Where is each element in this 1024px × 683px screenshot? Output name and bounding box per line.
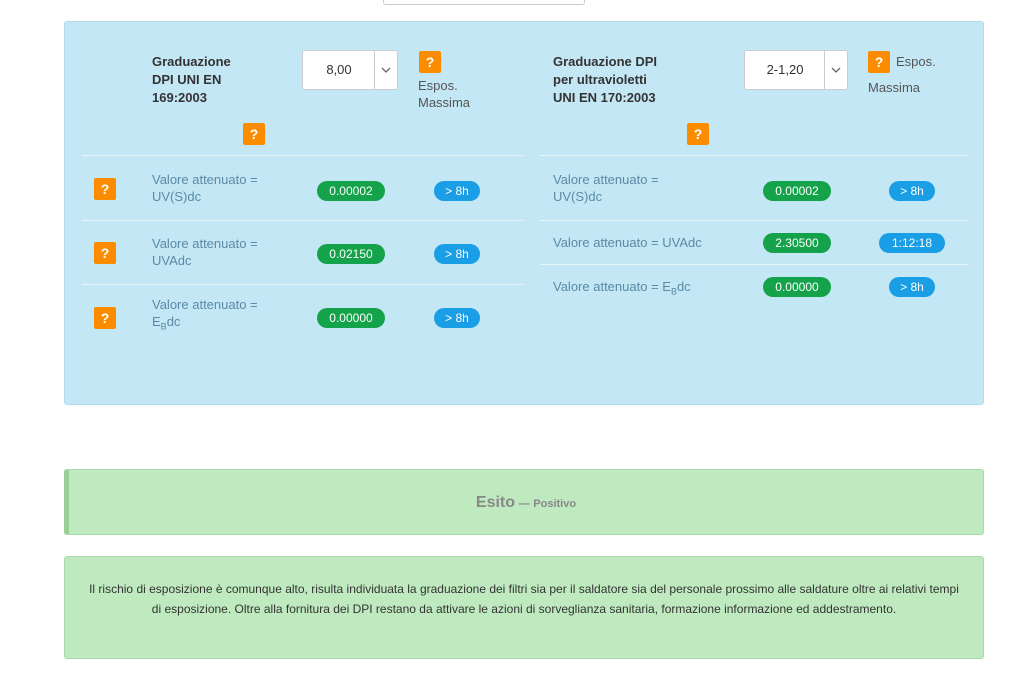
top-select-edge[interactable]: [383, 0, 585, 5]
left-eb-value-badge: 0.00000: [317, 308, 385, 328]
label-line: UV(S)dc: [152, 189, 202, 204]
espos-line: Massima: [418, 95, 471, 110]
result-dash: —: [518, 498, 530, 510]
right-select-value: 2-1,20: [766, 62, 804, 77]
result-title: Esito: [475, 494, 516, 511]
left-espos-label: Espos. Massima: [418, 77, 470, 111]
right-title-help-button[interactable]: ?: [687, 123, 709, 145]
row-help-button[interactable]: ?: [94, 307, 116, 329]
divider: [82, 284, 523, 285]
right-eb-time-badge: > 8h: [889, 277, 935, 297]
right-espos-label-bottom: Massima: [868, 80, 921, 95]
left-title-help-button[interactable]: ?: [243, 123, 265, 145]
right-title-line: Graduazione DPI: [553, 54, 658, 69]
note-text: Il rischio di esposizione è comunque alt…: [89, 582, 959, 616]
right-title-line: UNI EN 170:2003: [553, 90, 656, 105]
left-row-label: Valore attenuato = UVAdc: [152, 235, 258, 269]
label-line: Valore attenuato =: [553, 172, 659, 187]
chevron-down-icon: [374, 51, 397, 89]
left-row-label: Valore attenuato = UV(S)dc: [152, 171, 258, 205]
divider: [540, 155, 968, 156]
row-help-button[interactable]: ?: [94, 242, 116, 264]
label-e: E: [152, 314, 161, 329]
left-uva-value-badge: 0.02150: [317, 244, 385, 264]
result-box: Esito — Positivo: [64, 469, 984, 535]
right-uva-value-badge: 2.30500: [763, 233, 831, 253]
label-pre: Valore attenuato = E: [553, 279, 671, 294]
label-line: UVAdc: [152, 253, 192, 268]
label-line: UV(S)dc: [553, 189, 603, 204]
left-espos-help-button[interactable]: ?: [419, 51, 441, 73]
divider: [82, 220, 523, 221]
left-title-line: DPI UNI EN: [152, 72, 222, 87]
left-title-line: Graduazione: [152, 54, 231, 69]
label-tail: dc: [166, 314, 181, 329]
right-graduation-select[interactable]: 2-1,20: [744, 50, 848, 90]
note-box: Il rischio di esposizione è comunque alt…: [64, 556, 984, 659]
left-uvs-value-badge: 0.00002: [317, 181, 385, 201]
label-line: Valore attenuato =: [152, 297, 258, 312]
label-line: Valore attenuato =: [152, 172, 258, 187]
right-title: Graduazione DPI per ultravioletti UNI EN…: [553, 53, 657, 107]
right-row-label: Valore attenuato = UVAdc: [553, 235, 702, 250]
label-line: EBdc: [152, 313, 258, 336]
chevron-down-icon: [824, 51, 847, 89]
right-row-label: Valore attenuato = UV(S)dc: [553, 171, 659, 205]
right-eb-value-badge: 0.00000: [763, 277, 831, 297]
left-title-line: 169:2003: [152, 90, 207, 105]
left-graduation-select[interactable]: 8,00: [302, 50, 398, 90]
label-tail: dc: [676, 279, 691, 294]
dpi-panel: Graduazione DPI UNI EN 169:2003 ? 8,00 ?…: [64, 21, 984, 405]
right-title-line: per ultravioletti: [553, 72, 647, 87]
divider: [540, 264, 968, 265]
right-uvs-time-badge: > 8h: [889, 181, 935, 201]
left-uva-time-badge: > 8h: [434, 244, 480, 264]
espos-line: Espos.: [418, 78, 458, 93]
divider: [82, 155, 523, 156]
result-text: Esito — Positivo: [69, 494, 983, 512]
divider: [540, 220, 968, 221]
row-help-button[interactable]: ?: [94, 178, 116, 200]
right-espos-help-button[interactable]: ?: [868, 51, 890, 73]
label-line: Valore attenuato =: [152, 236, 258, 251]
left-uvs-time-badge: > 8h: [434, 181, 480, 201]
left-select-value: 8,00: [326, 62, 352, 77]
result-value: Positivo: [533, 498, 577, 510]
right-espos-label-top: Espos.: [896, 54, 936, 69]
right-uvs-value-badge: 0.00002: [763, 181, 831, 201]
left-eb-time-badge: > 8h: [434, 308, 480, 328]
left-row-label: Valore attenuato = EBdc: [152, 296, 258, 336]
right-row-label: Valore attenuato = EBdc: [553, 278, 691, 301]
right-uva-time-badge: 1:12:18: [879, 233, 945, 253]
left-title: Graduazione DPI UNI EN 169:2003: [152, 53, 231, 107]
